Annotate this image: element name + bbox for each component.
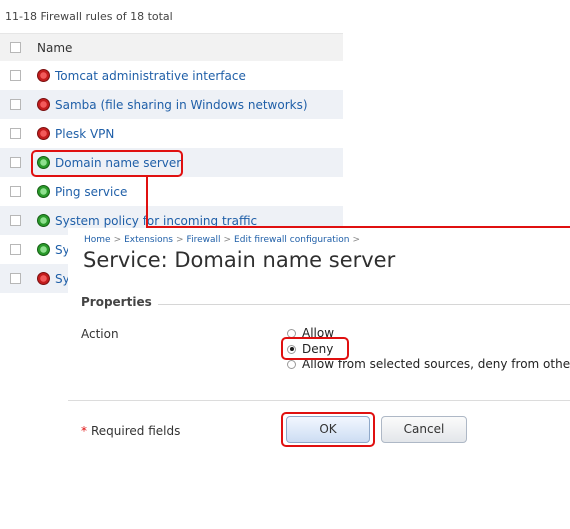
breadcrumb: Home > Extensions > Firewall > Edit firewall c… <box>84 235 363 245</box>
callout-deny <box>281 337 349 360</box>
required-fields-note: * Required fields <box>81 424 180 438</box>
breadcrumb-home[interactable]: Home <box>84 235 111 245</box>
breadcrumb-separator: > <box>352 235 361 245</box>
breadcrumb-extensions[interactable]: Extensions <box>124 235 173 245</box>
radio-allow-selected-icon[interactable] <box>287 359 296 369</box>
rule-link[interactable]: Ping service <box>55 185 127 199</box>
breadcrumb-separator: > <box>176 235 184 245</box>
row-checkbox[interactable] <box>10 157 21 168</box>
row-checkbox[interactable] <box>10 244 21 255</box>
breadcrumb-separator: > <box>113 235 122 245</box>
page-title: Service: Domain name server <box>83 248 396 272</box>
breadcrumb-separator: > <box>223 235 232 245</box>
rule-link[interactable]: Tomcat administrative interface <box>55 69 246 83</box>
rules-summary: 11-18 Firewall rules of 18 total <box>5 10 173 23</box>
table-row: Ping service <box>0 177 343 206</box>
required-fields-label: Required fields <box>91 424 181 438</box>
status-green-icon <box>37 185 50 198</box>
table-row: Tomcat administrative interface <box>0 61 343 90</box>
section-divider <box>158 304 570 305</box>
status-green-icon <box>37 243 50 256</box>
row-checkbox[interactable] <box>10 99 21 110</box>
callout-domain-name-server <box>31 150 183 177</box>
cancel-button[interactable]: Cancel <box>381 416 467 443</box>
breadcrumb-edit-firewall-configuration[interactable]: Edit firewall configuration <box>234 235 349 245</box>
row-checkbox[interactable] <box>10 186 21 197</box>
breadcrumb-firewall[interactable]: Firewall <box>187 235 221 245</box>
select-all-checkbox[interactable] <box>10 42 21 53</box>
callout-ok <box>281 412 375 447</box>
form-divider <box>68 400 570 401</box>
row-checkbox[interactable] <box>10 215 21 226</box>
name-column-header[interactable]: Name <box>37 41 72 55</box>
callout-connector-vertical <box>146 176 148 228</box>
edit-rule-panel: Home > Extensions > Firewall > Edit firewall c… <box>68 228 570 529</box>
status-green-icon <box>37 214 50 227</box>
action-label: Action <box>81 327 119 341</box>
table-row: Plesk VPN <box>0 119 343 148</box>
rules-header: Name <box>0 33 343 61</box>
row-checkbox[interactable] <box>10 273 21 284</box>
status-red-icon <box>37 69 50 82</box>
status-red-icon <box>37 272 50 285</box>
status-red-icon <box>37 127 50 140</box>
rule-link[interactable]: Plesk VPN <box>55 127 114 141</box>
status-red-icon <box>37 98 50 111</box>
rule-link[interactable]: Samba (file sharing in Windows networks) <box>55 98 308 112</box>
row-checkbox[interactable] <box>10 70 21 81</box>
callout-connector-horizontal <box>146 226 570 228</box>
properties-legend: Properties <box>81 295 152 309</box>
required-star: * <box>81 424 87 438</box>
row-checkbox[interactable] <box>10 128 21 139</box>
table-row: Samba (file sharing in Windows networks) <box>0 90 343 119</box>
